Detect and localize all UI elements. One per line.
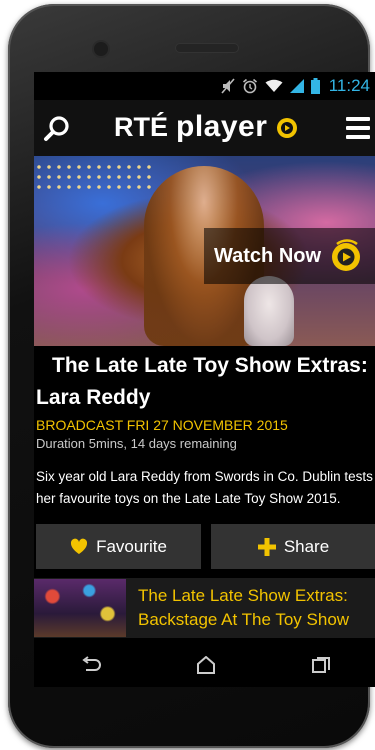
page-title: The Late Late Toy Show Extras: Lara Redd… — [34, 350, 375, 414]
search-button[interactable] — [42, 114, 72, 144]
menu-icon-bar — [346, 117, 370, 121]
phone-frame: 11:24 RTÉ player Watch Now The Late Late… — [8, 4, 375, 748]
favourite-button[interactable]: Favourite — [36, 524, 201, 569]
watch-now-label: Watch Now — [214, 244, 322, 267]
wifi-icon — [265, 79, 283, 93]
alarm-icon — [242, 78, 258, 94]
brand-logo: RTÉ player — [114, 110, 299, 144]
related-title: The Late Late Show Extras: Backstage At … — [138, 586, 350, 629]
recents-icon — [311, 656, 330, 673]
program-description: Six year old Lara Reddy from Swords in C… — [36, 469, 373, 506]
menu-icon-bar — [346, 126, 370, 130]
heart-icon — [70, 538, 88, 554]
front-camera — [94, 42, 108, 56]
hero-image[interactable]: Watch Now — [34, 156, 375, 346]
search-icon — [44, 116, 69, 141]
related-item[interactable]: The Late Late Show Extras: Backstage At … — [34, 578, 375, 638]
screen: 11:24 RTÉ player Watch Now The Late Late… — [34, 72, 375, 687]
watch-now-button[interactable]: Watch Now — [204, 228, 375, 284]
plus-icon — [257, 537, 276, 556]
program-title: The Late Late Toy Show Extras: Lara Redd… — [36, 354, 368, 409]
home-icon — [196, 655, 215, 674]
share-label: Share — [283, 536, 330, 556]
brand-player: player — [176, 110, 268, 143]
nav-bar — [34, 642, 375, 687]
favourite-label: Favourite — [96, 536, 167, 556]
menu-button[interactable] — [346, 117, 370, 139]
home-button[interactable] — [193, 654, 219, 676]
related-thumbnail — [34, 579, 126, 637]
stage-lights — [34, 162, 154, 192]
play-icon — [332, 239, 361, 271]
toy-figure — [244, 276, 294, 346]
share-button[interactable]: Share — [211, 524, 375, 569]
status-bar: 11:24 — [34, 72, 375, 100]
earpiece-speaker — [176, 44, 238, 52]
recents-button[interactable] — [308, 654, 334, 676]
clock: 11:24 — [328, 76, 370, 95]
mute-icon — [221, 78, 235, 94]
broadcast-date: BROADCAST FRI 27 NOVEMBER 2015 — [36, 417, 288, 433]
back-icon — [82, 655, 102, 671]
action-buttons: Favourite Share — [36, 524, 375, 569]
back-button[interactable] — [78, 654, 104, 676]
signal-icon — [289, 79, 304, 93]
player-logo-icon — [277, 118, 298, 138]
battery-icon — [310, 78, 320, 94]
duration-text: Duration 5mins, 14 days remaining — [36, 436, 237, 451]
app-bar: RTÉ player — [34, 100, 375, 156]
brand-rte: RTÉ — [114, 111, 168, 142]
menu-icon-bar — [346, 135, 370, 139]
